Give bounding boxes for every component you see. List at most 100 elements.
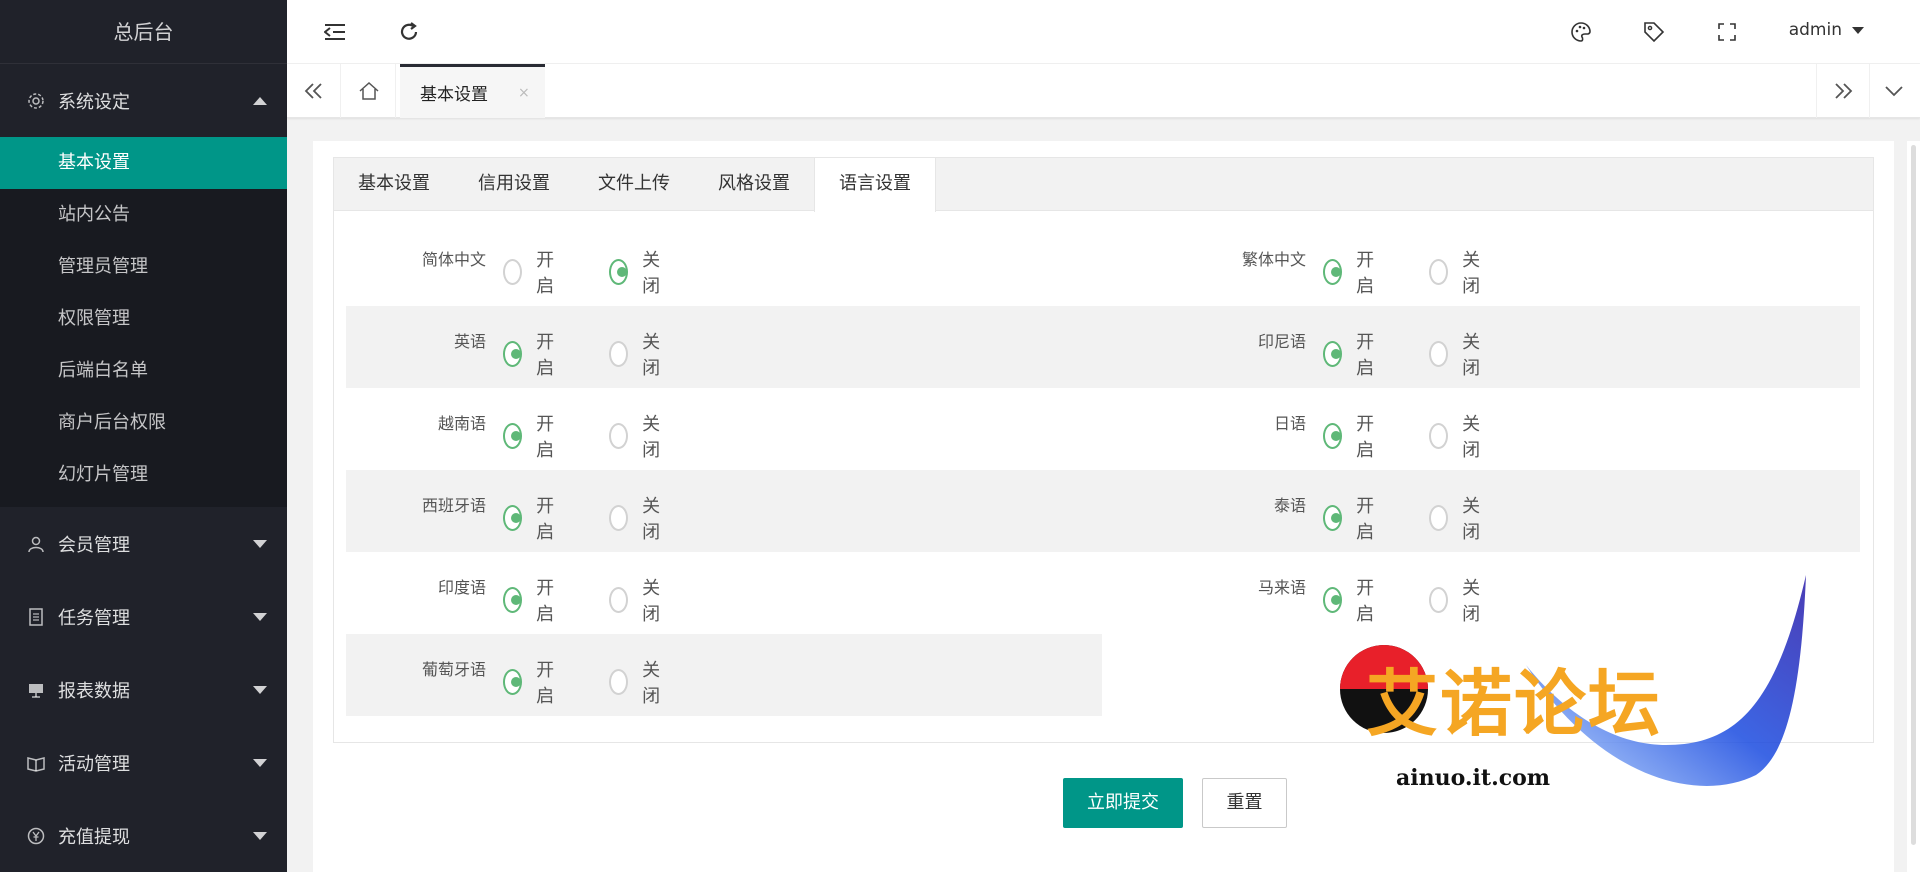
tabs-scroll-right-icon[interactable] bbox=[1816, 64, 1870, 118]
radio-off[interactable]: 关闭 bbox=[609, 492, 667, 544]
radio-off[interactable]: 关闭 bbox=[1429, 492, 1487, 544]
radio-icon[interactable] bbox=[609, 587, 629, 613]
language-row: 英语 开启 关闭 印尼语 开启 关闭 bbox=[346, 306, 1860, 388]
tab-file-upload[interactable]: 文件上传 bbox=[574, 158, 694, 210]
close-icon[interactable]: × bbox=[518, 85, 530, 101]
radio-label: 开启 bbox=[536, 496, 555, 543]
radio-off[interactable]: 关闭 bbox=[609, 574, 667, 626]
radio-icon[interactable] bbox=[1323, 505, 1343, 531]
radio-off[interactable]: 关闭 bbox=[609, 656, 667, 708]
sidebar-group-label: 系统设定 bbox=[58, 91, 130, 113]
radio-on[interactable]: 开启 bbox=[1323, 246, 1381, 298]
radio-off[interactable]: 关闭 bbox=[609, 410, 667, 462]
radio-label: 关闭 bbox=[642, 250, 661, 297]
collapse-menu-icon[interactable] bbox=[323, 20, 347, 44]
tabs-menu-chevron-down-icon[interactable] bbox=[1867, 64, 1920, 118]
sidebar-item-basic-settings[interactable]: 基本设置 bbox=[0, 137, 287, 189]
language-label: 印尼语 bbox=[1257, 332, 1306, 351]
radio-icon[interactable] bbox=[503, 669, 523, 695]
radio-icon[interactable] bbox=[503, 259, 523, 285]
radio-label: 开启 bbox=[1356, 250, 1375, 297]
tag-icon[interactable] bbox=[1642, 20, 1666, 44]
tab-style[interactable]: 风格设置 bbox=[694, 158, 814, 210]
tabs-scroll-left-icon[interactable] bbox=[287, 64, 341, 118]
yen-icon bbox=[26, 826, 46, 846]
refresh-icon[interactable] bbox=[397, 20, 421, 44]
radio-icon[interactable] bbox=[1429, 341, 1449, 367]
radio-off[interactable]: 关闭 bbox=[1429, 410, 1487, 462]
sidebar-group-recharge[interactable]: 充值提现 bbox=[0, 799, 287, 872]
radio-icon[interactable] bbox=[503, 587, 523, 613]
radio-off[interactable]: 关闭 bbox=[1429, 328, 1487, 380]
radio-icon[interactable] bbox=[503, 505, 523, 531]
radio-label: 关闭 bbox=[1462, 332, 1481, 379]
sidebar-group-activities[interactable]: 活动管理 bbox=[0, 726, 287, 799]
radio-icon[interactable] bbox=[609, 505, 629, 531]
sidebar-item-admin-management[interactable]: 管理员管理 bbox=[0, 241, 287, 293]
language-row: 简体中文 开启 关闭 繁体中文 开启 关闭 bbox=[346, 224, 1860, 306]
user-menu[interactable]: admin bbox=[1789, 20, 1864, 40]
radio-icon[interactable] bbox=[609, 423, 629, 449]
radio-icon[interactable] bbox=[1323, 423, 1343, 449]
radio-icon[interactable] bbox=[1323, 259, 1343, 285]
sidebar-group-label: 报表数据 bbox=[58, 680, 130, 702]
radio-icon[interactable] bbox=[609, 341, 629, 367]
radio-icon[interactable] bbox=[1323, 341, 1343, 367]
language-label: 英语 bbox=[453, 332, 486, 351]
radio-label: 关闭 bbox=[1462, 250, 1481, 297]
radio-icon[interactable] bbox=[503, 341, 523, 367]
scrollbar-thumb[interactable] bbox=[1911, 145, 1916, 845]
language-label: 葡萄牙语 bbox=[421, 660, 486, 679]
sidebar-item-merchant-permissions[interactable]: 商户后台权限 bbox=[0, 397, 287, 449]
page-scrollbar[interactable] bbox=[1907, 141, 1920, 872]
radio-on[interactable]: 开启 bbox=[503, 246, 561, 298]
row-background bbox=[346, 470, 1860, 552]
palette-icon[interactable] bbox=[1569, 20, 1593, 44]
radio-on[interactable]: 开启 bbox=[1323, 328, 1381, 380]
radio-off[interactable]: 关闭 bbox=[609, 328, 667, 380]
sidebar-group-label: 会员管理 bbox=[58, 534, 130, 556]
radio-label: 开启 bbox=[536, 332, 555, 379]
sidebar-item-slideshow[interactable]: 幻灯片管理 bbox=[0, 449, 287, 501]
chevron-down-icon bbox=[253, 612, 267, 621]
sidebar-item-backend-whitelist[interactable]: 后端白名单 bbox=[0, 345, 287, 397]
reset-button[interactable]: 重置 bbox=[1202, 778, 1287, 828]
radio-icon[interactable] bbox=[1429, 423, 1449, 449]
tab-language[interactable]: 语言设置 bbox=[814, 158, 936, 212]
sidebar-item-announcements[interactable]: 站内公告 bbox=[0, 189, 287, 241]
radio-icon[interactable] bbox=[1429, 259, 1449, 285]
sidebar-item-permissions[interactable]: 权限管理 bbox=[0, 293, 287, 345]
radio-on[interactable]: 开启 bbox=[503, 656, 561, 708]
radio-icon[interactable] bbox=[1429, 505, 1449, 531]
radio-on[interactable]: 开启 bbox=[503, 574, 561, 626]
sidebar-group-system-settings[interactable]: 系统设定 bbox=[0, 64, 287, 137]
radio-label: 开启 bbox=[536, 660, 555, 707]
tab-basic[interactable]: 基本设置 bbox=[334, 158, 454, 210]
language-label: 简体中文 bbox=[421, 250, 486, 269]
radio-icon[interactable] bbox=[609, 259, 629, 285]
radio-on[interactable]: 开启 bbox=[503, 328, 561, 380]
fullscreen-icon[interactable] bbox=[1715, 20, 1739, 44]
radio-off[interactable]: 关闭 bbox=[1429, 246, 1487, 298]
app-title: 总后台 bbox=[0, 0, 287, 64]
sidebar-group-tasks[interactable]: 任务管理 bbox=[0, 580, 287, 653]
sidebar-group-reports[interactable]: 报表数据 bbox=[0, 653, 287, 726]
home-icon[interactable] bbox=[342, 64, 396, 118]
sidebar-group-members[interactable]: 会员管理 bbox=[0, 507, 287, 580]
radio-off[interactable]: 关闭 bbox=[609, 246, 667, 298]
radio-on[interactable]: 开启 bbox=[1323, 410, 1381, 462]
tab-credit[interactable]: 信用设置 bbox=[454, 158, 574, 210]
radio-icon[interactable] bbox=[609, 669, 629, 695]
radio-on[interactable]: 开启 bbox=[503, 492, 561, 544]
tab-basic-settings[interactable]: 基本设置 × bbox=[400, 64, 545, 118]
settings-tabs: 基本设置 信用设置 文件上传 风格设置 语言设置 bbox=[334, 158, 1873, 212]
chevron-down-icon bbox=[253, 685, 267, 694]
submit-button[interactable]: 立即提交 bbox=[1063, 778, 1183, 828]
radio-on[interactable]: 开启 bbox=[1323, 492, 1381, 544]
language-label: 繁体中文 bbox=[1241, 250, 1306, 269]
radio-icon[interactable] bbox=[503, 423, 523, 449]
radio-on[interactable]: 开启 bbox=[503, 410, 561, 462]
radio-label: 关闭 bbox=[1462, 414, 1481, 461]
watermark-text: 艾诺论坛 bbox=[1366, 662, 1663, 746]
radio-label: 开启 bbox=[536, 250, 555, 297]
